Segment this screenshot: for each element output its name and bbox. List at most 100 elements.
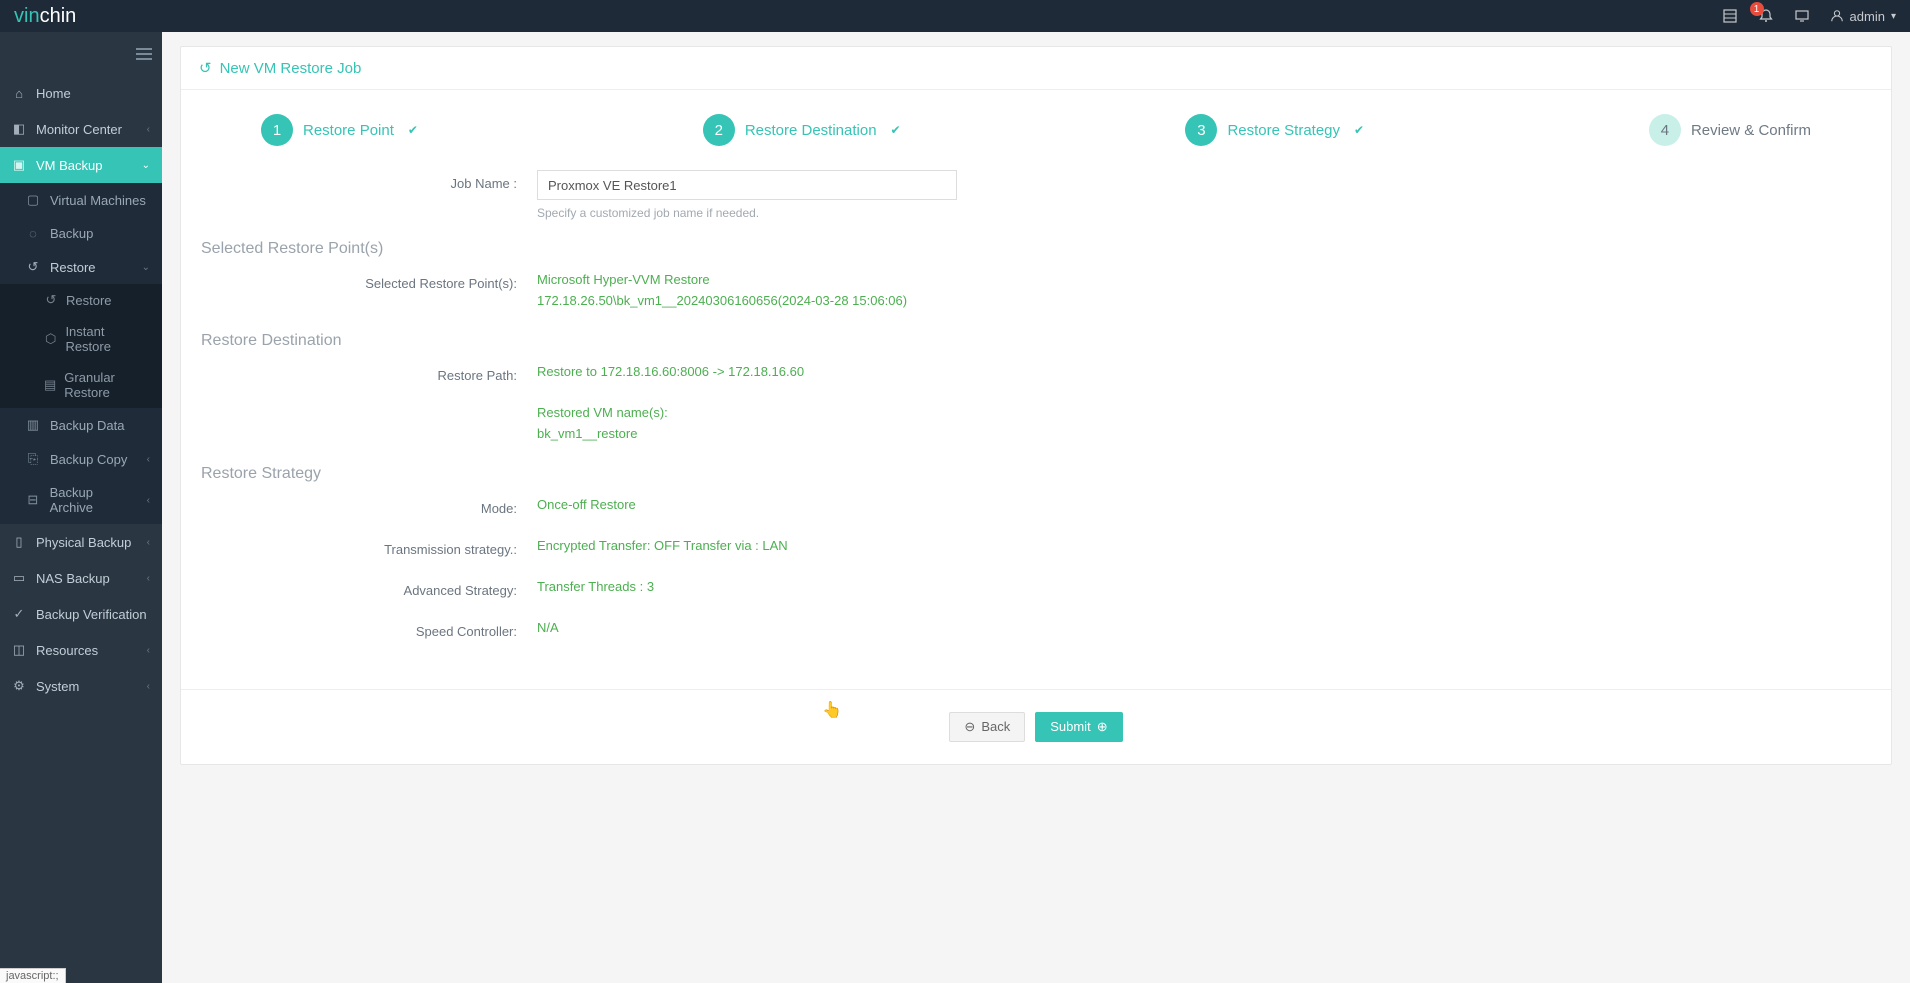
sidebar-item-granular-restore[interactable]: ▤Granular Restore — [0, 362, 162, 408]
monitor-icon: ◧ — [12, 121, 26, 137]
step-restore-strategy[interactable]: 3 Restore Strategy ✔ — [1185, 114, 1364, 146]
sidebar-item-label: NAS Backup — [36, 571, 110, 586]
selected-restore-point-detail: 172.18.26.50\bk_vm1__20240306160656(2024… — [537, 291, 1871, 312]
sidebar-item-label: Home — [36, 86, 71, 101]
topbar: vinchin 1 admin ▾ — [0, 0, 1910, 32]
chevron-left-icon: ‹ — [147, 495, 150, 506]
vm-icon: ▣ — [12, 157, 26, 173]
mode-label: Mode: — [201, 495, 537, 516]
sidebar-item-label: Backup Archive — [50, 485, 137, 515]
transmission-label: Transmission strategy.: — [201, 536, 537, 557]
sidebar-item-instant-restore[interactable]: ⬡Instant Restore — [0, 316, 162, 362]
chevron-left-icon: ‹ — [147, 573, 150, 584]
chevron-down-icon: ⌄ — [142, 262, 150, 273]
sidebar-item-backup[interactable]: ◌ Backup — [0, 217, 162, 250]
user-menu[interactable]: admin ▾ — [1830, 9, 1896, 24]
monitor-icon[interactable] — [1794, 8, 1810, 24]
sidebar: ⌂ Home ◧ Monitor Center ‹ ▣ VM Backup ⌄ ▢Virt… — [0, 32, 162, 983]
data-icon: ▥ — [26, 417, 40, 433]
backup-icon: ◌ — [26, 226, 40, 241]
check-icon: ✔ — [1354, 123, 1364, 137]
sidebar-item-backup-verification[interactable]: ✓ Backup Verification — [0, 596, 162, 632]
sidebar-item-backup-data[interactable]: ▥ Backup Data — [0, 408, 162, 442]
wizard-panel: ↺ New VM Restore Job 1 Restore Point ✔ 2… — [180, 46, 1892, 765]
panel-footer: ⊖ Back Submit ⊕ — [181, 689, 1891, 764]
sidebar-item-label: Backup Verification — [36, 607, 147, 622]
speed-controller-value: N/A — [537, 618, 1871, 639]
submit-button-label: Submit — [1050, 719, 1090, 734]
chevron-down-icon: ⌄ — [142, 160, 150, 171]
archive-icon: ⊟ — [26, 492, 40, 508]
section-restore-strategy: Restore Strategy — [201, 465, 1871, 483]
restored-vm-names-label: Restored VM name(s): — [537, 403, 1871, 424]
step-number: 3 — [1185, 114, 1217, 146]
sidebar-item-label: System — [36, 679, 79, 694]
sidebar-item-nas-backup[interactable]: ▭ NAS Backup ‹ — [0, 560, 162, 596]
notification-badge: 1 — [1750, 2, 1764, 16]
list-icon[interactable] — [1722, 8, 1738, 24]
sidebar-item-virtual-machines[interactable]: ▢Virtual Machines — [0, 183, 162, 217]
job-name-input[interactable] — [537, 170, 957, 200]
sidebar-item-monitor-center[interactable]: ◧ Monitor Center ‹ — [0, 111, 162, 147]
panel-header: ↺ New VM Restore Job — [181, 47, 1891, 90]
sidebar-toggle-icon[interactable] — [134, 46, 154, 62]
advanced-strategy-label: Advanced Strategy: — [201, 577, 537, 598]
wizard-steps: 1 Restore Point ✔ 2 Restore Destination … — [181, 90, 1891, 170]
topbar-right: 1 admin ▾ — [1722, 8, 1896, 24]
sidebar-item-label: Restore — [50, 260, 96, 275]
sidebar-item-label: Monitor Center — [36, 122, 122, 137]
step-label: Restore Destination — [745, 122, 877, 139]
sidebar-item-restore-sub[interactable]: ↺Restore — [0, 284, 162, 316]
sidebar-item-label: Restore — [66, 293, 112, 308]
sidebar-item-vm-backup[interactable]: ▣ VM Backup ⌄ — [0, 147, 162, 183]
step-restore-destination[interactable]: 2 Restore Destination ✔ — [703, 114, 901, 146]
form-area: Job Name : Specify a customized job name… — [181, 170, 1891, 689]
chevron-left-icon: ‹ — [147, 124, 150, 135]
sidebar-item-system[interactable]: ⚙ System ‹ — [0, 668, 162, 704]
verify-icon: ✓ — [12, 606, 26, 622]
sidebar-item-resources[interactable]: ◫Resources‹ — [0, 632, 162, 668]
sidebar-item-home[interactable]: ⌂ Home — [0, 76, 162, 111]
chevron-left-icon: ‹ — [147, 645, 150, 656]
page-title: New VM Restore Job — [220, 60, 362, 77]
advanced-strategy-value: Transfer Threads : 3 — [537, 577, 1871, 598]
gear-icon: ⚙ — [12, 678, 26, 694]
status-bar-tip: javascript:; — [0, 968, 66, 983]
chevron-left-icon: ‹ — [147, 681, 150, 692]
sidebar-item-label: VM Backup — [36, 158, 102, 173]
logo[interactable]: vinchin — [14, 5, 76, 28]
sidebar-item-restore[interactable]: ↺Restore⌄ — [0, 250, 162, 284]
user-icon — [1830, 9, 1844, 23]
sidebar-item-label: Granular Restore — [64, 370, 150, 400]
step-label: Restore Point — [303, 122, 394, 139]
copy-icon: ⎘ — [26, 451, 40, 467]
sidebar-item-label: Resources — [36, 643, 98, 658]
sidebar-item-label: Backup Data — [50, 418, 124, 433]
step-number: 2 — [703, 114, 735, 146]
check-icon: ✔ — [408, 123, 418, 137]
home-icon: ⌂ — [12, 86, 26, 101]
sidebar-item-label: Physical Backup — [36, 535, 131, 550]
section-restore-destination: Restore Destination — [201, 332, 1871, 350]
restored-vm-names-value: bk_vm1__restore — [537, 424, 1871, 445]
arrow-left-icon: ⊖ — [964, 719, 975, 735]
section-selected-restore-points: Selected Restore Point(s) — [201, 240, 1871, 258]
bell-icon[interactable]: 1 — [1758, 8, 1774, 24]
job-name-label: Job Name : — [201, 170, 537, 191]
sidebar-item-label: Virtual Machines — [50, 193, 146, 208]
sidebar-item-physical-backup[interactable]: ▯Physical Backup‹ — [0, 524, 162, 560]
step-restore-point[interactable]: 1 Restore Point ✔ — [261, 114, 418, 146]
transmission-value: Encrypted Transfer: OFF Transfer via : L… — [537, 536, 1871, 557]
step-number: 1 — [261, 114, 293, 146]
selected-restore-point-value: Microsoft Hyper-VVM Restore — [537, 270, 1871, 291]
sidebar-item-label: Backup — [50, 226, 93, 241]
nas-icon: ▭ — [12, 570, 26, 586]
sidebar-item-label: Instant Restore — [65, 324, 150, 354]
back-button[interactable]: ⊖ Back — [949, 712, 1025, 742]
sidebar-item-backup-copy[interactable]: ⎘Backup Copy‹ — [0, 442, 162, 476]
server-icon: ▯ — [12, 534, 26, 550]
submit-button[interactable]: Submit ⊕ — [1035, 712, 1122, 742]
sidebar-item-backup-archive[interactable]: ⊟ Backup Archive ‹ — [0, 476, 162, 524]
chevron-down-icon: ▾ — [1891, 11, 1896, 22]
step-review-confirm[interactable]: 4 Review & Confirm — [1649, 114, 1811, 146]
